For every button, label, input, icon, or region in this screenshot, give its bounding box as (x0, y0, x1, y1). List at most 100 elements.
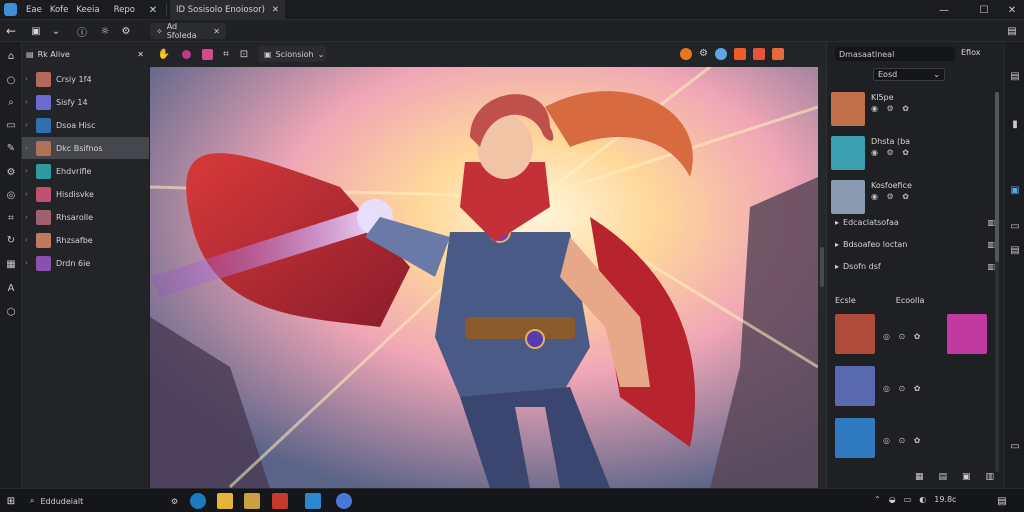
browser-icon[interactable] (336, 493, 352, 509)
artwork-canvas[interactable] (150, 67, 818, 488)
start-icon[interactable]: ⊞ (3, 493, 19, 509)
layer-row[interactable]: › Dkc Bsifnos (22, 137, 149, 159)
folder-icon[interactable] (217, 493, 233, 509)
chevron-right-icon[interactable]: › (25, 190, 31, 198)
panel-icon[interactable]: ▤ (1007, 68, 1023, 84)
list-item[interactable]: ▸ Bdsoafeo loctan ▥ (835, 236, 995, 252)
menu-item-4[interactable]: Repo (114, 5, 135, 15)
layers-icon[interactable]: ▣ (1007, 182, 1023, 198)
text-icon[interactable]: A (3, 280, 19, 296)
chevron-right-icon[interactable]: › (25, 75, 31, 83)
search-button[interactable]: Eflox (961, 48, 980, 57)
layer-row[interactable]: › Crsiy 1f4 (22, 68, 149, 90)
scroll-thumb[interactable] (995, 92, 999, 262)
chevron-right-icon[interactable]: › (25, 213, 31, 221)
menu-item-2[interactable]: Kofe (50, 5, 69, 15)
files-icon[interactable] (244, 493, 260, 509)
layout-icon[interactable]: ▣ (28, 23, 44, 39)
gallery-thumbnail[interactable] (835, 314, 875, 354)
list-item[interactable]: ▸ Dsofn dsf ▥ (835, 258, 995, 274)
chevron-right-icon[interactable]: › (25, 259, 31, 267)
notification-icon[interactable]: ▤ (994, 493, 1010, 509)
crop-icon[interactable]: ⌗ (218, 46, 234, 62)
close-icon[interactable]: ✕ (137, 50, 144, 59)
close-icon[interactable]: ✕ (1002, 0, 1022, 20)
history-icon[interactable]: ▭ (1007, 218, 1023, 234)
menu-item-3[interactable]: Keeia (76, 5, 99, 15)
back-arrow-icon[interactable]: ← (3, 23, 19, 39)
comment-icon[interactable]: ▭ (1007, 438, 1023, 454)
edge-icon[interactable] (190, 493, 206, 509)
wifi-icon[interactable]: ◒ (889, 495, 896, 504)
layer-row[interactable]: › Dsoa Hisc (22, 114, 149, 136)
palette-icon[interactable] (680, 48, 692, 60)
mode-dropdown[interactable]: ▣ Scionsioh ⌄ (258, 46, 326, 62)
chevron-right-icon[interactable]: › (25, 167, 31, 175)
gear-icon[interactable]: ⚙ (3, 164, 19, 180)
canvas-scrollbar[interactable] (818, 67, 826, 488)
layer-row[interactable]: › Sisfy 14 (22, 91, 149, 113)
asset-actions-icon[interactable]: ◉ ⚙ ✿ (871, 147, 912, 158)
gallery-actions-icon[interactable]: ◎ ⊙ ✿ (883, 332, 923, 341)
settings-icon[interactable]: ⚙ (118, 23, 134, 39)
frame-icon[interactable]: ⊡ (236, 46, 252, 62)
close-tab-icon[interactable]: ✕ (143, 0, 163, 20)
color-swatch-coral[interactable] (771, 48, 784, 60)
red-app-icon[interactable] (272, 493, 288, 509)
taskbar-search[interactable]: ⌕ Eddudeialt ⚙ (26, 492, 178, 510)
gallery-thumbnail[interactable] (947, 314, 987, 354)
info-icon[interactable]: ⓘ (74, 23, 90, 39)
link-icon[interactable]: ▤ (1004, 23, 1020, 39)
layer-row[interactable]: › Rhsarolle (22, 206, 149, 228)
chevron-right-icon[interactable]: › (25, 98, 31, 106)
circle-icon[interactable]: ○ (3, 72, 19, 88)
filter-dropdown[interactable]: Eosd ⌄ (873, 68, 945, 81)
list-icon[interactable]: ▤ (939, 472, 948, 482)
settings-icon[interactable]: ⚙ (699, 48, 708, 60)
export-icon[interactable]: ▣ (962, 472, 971, 482)
sun-icon[interactable]: ☼ (97, 23, 113, 39)
gallery-actions-icon[interactable]: ◎ ⊙ ✿ (883, 436, 923, 445)
info-icon[interactable]: ▮ (1007, 116, 1023, 132)
document-tab[interactable]: ID Sosisolo Enoiosor) ✕ (170, 0, 285, 20)
battery-icon[interactable]: ▭ (904, 495, 912, 504)
row-action-icon[interactable]: ▥ (987, 218, 995, 227)
layer-row[interactable]: › Drdn 6ie (22, 252, 149, 274)
row-action-icon[interactable]: ▥ (987, 262, 995, 271)
brush-color-swatch[interactable] (182, 50, 191, 59)
asset-actions-icon[interactable]: ◉ ⚙ ✿ (871, 103, 912, 114)
row-action-icon[interactable]: ▥ (987, 240, 995, 249)
brush-icon[interactable]: ✎ (3, 140, 19, 156)
color-swatch-orange[interactable] (733, 48, 746, 60)
tool-chip[interactable]: ✧ Ad Sfoleda ✕ (150, 22, 226, 40)
clock[interactable]: 19.8c (934, 495, 956, 504)
panel-scrollbar[interactable] (995, 92, 999, 472)
scroll-thumb[interactable] (820, 247, 824, 287)
chevron-right-icon[interactable]: › (25, 121, 31, 129)
chevron-right-icon[interactable]: › (25, 144, 31, 152)
home-icon[interactable]: ⌂ (3, 48, 19, 64)
minimize-icon[interactable]: — (934, 0, 954, 20)
close-icon[interactable]: ✕ (213, 27, 220, 36)
volume-icon[interactable]: ◐ (919, 495, 926, 504)
settings-icon[interactable]: ▤ (1007, 242, 1023, 258)
chevron-down-icon[interactable]: ⌄ (48, 23, 64, 39)
shield-icon[interactable]: ⬡ (3, 304, 19, 320)
grid-icon[interactable]: ▦ (3, 256, 19, 272)
color-swatch-pink[interactable] (202, 49, 213, 60)
crop-icon[interactable]: ⌗ (3, 210, 19, 226)
asset-item[interactable]: Kosfoefice ◉ ⚙ ✿ (831, 180, 995, 214)
menu-item-1[interactable]: Eae (26, 5, 42, 15)
asset-item[interactable]: Kl5pe ◉ ⚙ ✿ (831, 92, 995, 126)
grid-icon[interactable]: ▦ (915, 472, 924, 482)
globe-icon[interactable] (714, 48, 727, 60)
asset-actions-icon[interactable]: ◉ ⚙ ✿ (871, 191, 912, 202)
color-swatch-red[interactable] (752, 48, 765, 60)
layer-row[interactable]: › Ehdvrifle (22, 160, 149, 182)
delete-icon[interactable]: ▥ (986, 472, 995, 482)
image-icon[interactable]: ▭ (3, 117, 19, 133)
gallery-actions-icon[interactable]: ◎ ⊙ ✿ (883, 384, 923, 393)
search-icon[interactable]: ⌕ (3, 94, 19, 110)
gallery-thumbnail[interactable] (835, 418, 875, 458)
layer-row[interactable]: › Rhzsafbe (22, 229, 149, 251)
